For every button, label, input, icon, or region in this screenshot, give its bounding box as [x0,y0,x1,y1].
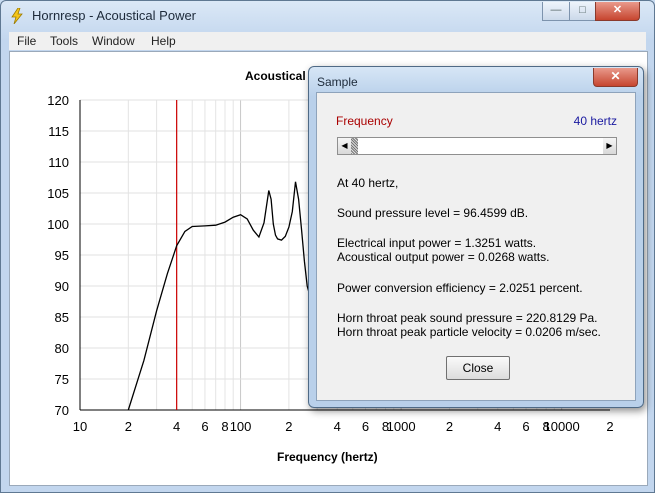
x-tick-label: 6 [522,419,529,434]
x-axis-label: Frequency (hertz) [277,450,378,464]
x-tick-label: 6 [201,419,208,434]
y-tick-label: 80 [55,341,69,356]
frequency-value: 40 hertz [573,114,617,128]
y-tick-label: 100 [47,217,69,232]
x-tick-label: 1000 [387,419,416,434]
x-tick-label: 2 [446,419,453,434]
frequency-label: Frequency [336,114,393,128]
x-tick-label: 4 [173,419,180,434]
horn-throat-velocity: Horn throat peak particle velocity = 0.0… [337,325,601,339]
acoustical-output-power: Acoustical output power = 0.0268 watts. [337,250,550,264]
slider-thumb[interactable] [351,138,358,154]
x-tick-label: 4 [494,419,501,434]
dialog-title: Sample [317,75,358,89]
x-tick-label: 4 [334,419,341,434]
sound-pressure-level: Sound pressure level = 96.4599 dB. [337,206,529,220]
x-tick-label: 6 [362,419,369,434]
info-heading: At 40 hertz, [337,176,399,190]
series-line [127,181,311,411]
x-tick-label: 10000 [544,419,580,434]
x-tick-label: 8 [221,419,228,434]
slider-right-arrow-icon[interactable]: ▶ [603,138,616,154]
y-tick-label: 90 [55,279,69,294]
y-tick-label: 110 [48,155,69,170]
x-tick-label: 100 [230,419,252,434]
y-tick-label: 95 [55,248,69,263]
dialog-body: Frequency 40 hertz ◀ ▶ At 40 hertz, Soun… [316,92,636,401]
x-tick-label: 2 [285,419,292,434]
power-conversion-efficiency: Power conversion efficiency = 2.0251 per… [337,281,583,295]
y-tick-label: 75 [55,372,69,387]
horn-throat-pressure: Horn throat peak sound pressure = 220.81… [337,311,598,325]
slider-left-arrow-icon[interactable]: ◀ [338,138,351,154]
x-tick-label: 2 [125,419,132,434]
y-tick-label: 120 [47,93,69,108]
y-tick-label: 70 [55,403,69,418]
y-tick-label: 105 [47,186,69,201]
y-tick-label: 85 [55,310,69,325]
frequency-slider[interactable]: ◀ ▶ [337,137,617,155]
x-tick-label: 2 [606,419,613,434]
y-tick-label: 115 [48,124,69,139]
electrical-input-power: Electrical input power = 1.3251 watts. [337,236,537,250]
dialog-close-icon[interactable]: ✕ [593,68,638,87]
close-button[interactable]: Close [446,356,510,380]
sample-dialog: Sample ✕ Frequency 40 hertz ◀ ▶ At 40 he… [308,66,644,408]
x-tick-label: 10 [73,419,87,434]
